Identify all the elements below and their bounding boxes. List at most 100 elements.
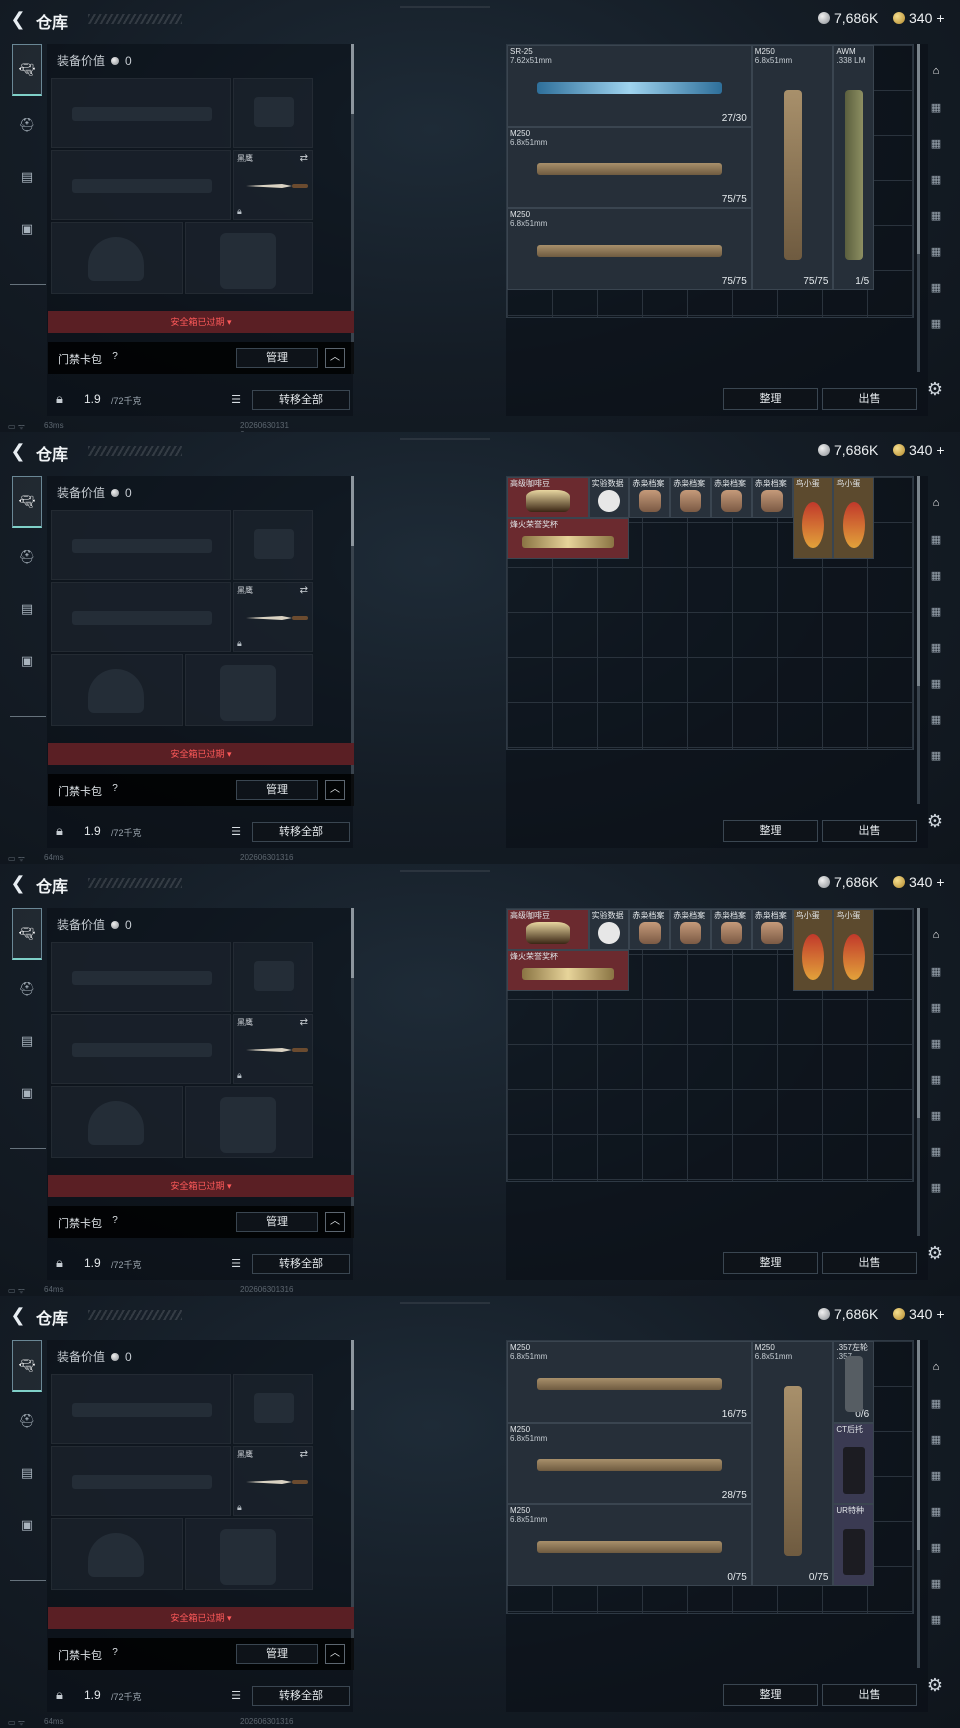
manage-button[interactable]: 管理 bbox=[236, 1644, 318, 1664]
primary-weapon-slot[interactable] bbox=[51, 942, 231, 1012]
item-red-owl-file[interactable]: 赤枭档案 bbox=[751, 909, 793, 950]
sort-button[interactable]: 整理 bbox=[723, 820, 818, 842]
gold-currency[interactable]: 340 + bbox=[893, 874, 945, 890]
list-icon[interactable]: ☰ bbox=[227, 822, 245, 842]
helmet-slot[interactable] bbox=[51, 1086, 183, 1158]
weapon-item-m250[interactable]: M250 6.8x51mm 75/75 bbox=[507, 208, 752, 290]
nav-vest[interactable]: ▤ bbox=[12, 162, 42, 192]
help-icon[interactable]: ? bbox=[108, 1646, 122, 1660]
scroll-thumb[interactable] bbox=[917, 908, 920, 1118]
sort-button[interactable]: 整理 bbox=[723, 1252, 818, 1274]
item-red-owl-file[interactable]: 赤枭档案 bbox=[670, 909, 711, 950]
primary-weapon-slot[interactable] bbox=[51, 510, 231, 580]
helmet-slot[interactable] bbox=[51, 1518, 183, 1590]
attachment-item-ct-stock[interactable]: CT后托 bbox=[833, 1422, 875, 1505]
tab-4[interactable]: ▦ bbox=[922, 632, 950, 662]
secondary-weapon-slot[interactable] bbox=[51, 1014, 231, 1084]
secondary-weapon-slot[interactable] bbox=[51, 1446, 231, 1516]
tab-2[interactable]: ▦ bbox=[922, 1424, 950, 1454]
settings-gear-icon[interactable]: ⚙ bbox=[924, 1242, 946, 1264]
item-red-owl-file[interactable]: 赤枭档案 bbox=[629, 909, 671, 950]
gold-currency[interactable]: 340 + bbox=[893, 10, 945, 26]
tab-6[interactable]: ▦ bbox=[922, 1568, 950, 1598]
item-experiment-data[interactable]: 实验数据 bbox=[588, 477, 630, 518]
back-button[interactable]: ❮ bbox=[8, 9, 28, 29]
help-icon[interactable]: ? bbox=[108, 1214, 122, 1228]
tab-4[interactable]: ▦ bbox=[922, 1496, 950, 1526]
scroll-thumb[interactable] bbox=[351, 1340, 354, 1410]
transfer-all-button[interactable]: 转移全部 bbox=[252, 822, 350, 842]
nav-armor[interactable]: ⛑︎ bbox=[12, 110, 42, 140]
weapon-item-m250[interactable]: M250 6.8x51mm 75/75 bbox=[507, 126, 752, 209]
tab-5[interactable]: ▦ bbox=[922, 668, 950, 698]
tab-all[interactable]: ⌂ bbox=[922, 920, 950, 950]
list-icon[interactable]: ☰ bbox=[227, 390, 245, 410]
weapon-item-m250[interactable]: M250 6.8x51mm 0/75 bbox=[751, 1341, 834, 1586]
chevron-up-icon[interactable]: ︿ bbox=[325, 348, 345, 368]
item-bird-egg[interactable]: 鸟小蛋 bbox=[792, 909, 834, 991]
transfer-all-button[interactable]: 转移全部 bbox=[252, 1254, 350, 1274]
pistol-slot[interactable] bbox=[233, 942, 313, 1012]
manage-button[interactable]: 管理 bbox=[236, 780, 318, 800]
weapon-item-m250[interactable]: M250 6.8x51mm 16/75 bbox=[507, 1341, 752, 1423]
gold-plus[interactable]: + bbox=[936, 442, 944, 458]
item-bird-egg[interactable]: 鸟小蛋 bbox=[833, 477, 875, 559]
chevron-up-icon[interactable]: ︿ bbox=[325, 1644, 345, 1664]
tab-2[interactable]: ▦ bbox=[922, 992, 950, 1022]
melee-slot[interactable]: 黑鹰 ⇄ 🔒︎ bbox=[233, 582, 313, 652]
armor-slot[interactable] bbox=[185, 1086, 313, 1158]
sell-button[interactable]: 出售 bbox=[822, 388, 917, 410]
helmet-slot[interactable] bbox=[51, 222, 183, 294]
stash-scrollbar[interactable] bbox=[917, 44, 920, 372]
tab-6[interactable]: ▦ bbox=[922, 704, 950, 734]
scroll-thumb[interactable] bbox=[917, 1340, 920, 1550]
melee-slot[interactable]: 黑鹰 ⇄ 🔒︎ bbox=[233, 1446, 313, 1516]
item-red-owl-file[interactable]: 赤枭档案 bbox=[751, 477, 793, 518]
tab-4[interactable]: ▦ bbox=[922, 1064, 950, 1094]
nav-vest[interactable]: ▤ bbox=[12, 1458, 42, 1488]
list-icon[interactable]: ☰ bbox=[227, 1686, 245, 1706]
pistol-slot[interactable] bbox=[233, 510, 313, 580]
tab-3[interactable]: ▦ bbox=[922, 596, 950, 626]
weapon-item-m250[interactable]: M250 6.8x51mm 28/75 bbox=[507, 1422, 752, 1505]
item-red-owl-file[interactable]: 赤枭档案 bbox=[629, 477, 671, 518]
swap-icon[interactable]: ⇄ bbox=[300, 153, 308, 164]
settings-gear-icon[interactable]: ⚙ bbox=[924, 1674, 946, 1696]
item-red-owl-file[interactable]: 赤枭档案 bbox=[711, 909, 752, 950]
stash-grid[interactable]: M250 6.8x51mm 16/75 M250 6.8x51mm 28/75 M250 6.… bbox=[506, 1340, 914, 1614]
tab-7[interactable]: ▦ bbox=[922, 308, 950, 338]
tab-6[interactable]: ▦ bbox=[922, 1136, 950, 1166]
item-coffee-beans[interactable]: 高级咖啡豆 bbox=[507, 477, 589, 518]
nav-armor[interactable]: ⛑︎ bbox=[12, 1406, 42, 1436]
tab-3[interactable]: ▦ bbox=[922, 1460, 950, 1490]
scroll-thumb[interactable] bbox=[351, 476, 354, 546]
tab-2[interactable]: ▦ bbox=[922, 560, 950, 590]
armor-slot[interactable] bbox=[185, 1518, 313, 1590]
stash-scrollbar[interactable] bbox=[917, 1340, 920, 1668]
primary-weapon-slot[interactable] bbox=[51, 78, 231, 148]
helmet-slot[interactable] bbox=[51, 654, 183, 726]
manage-button[interactable]: 管理 bbox=[236, 348, 318, 368]
scroll-thumb[interactable] bbox=[351, 44, 354, 114]
stash-grid[interactable]: 高级咖啡豆 实验数据 赤枭档案 赤枭档案 赤枭档案 赤枭档案 鸟小蛋 鸟小蛋 烽火荣誉奖杯 bbox=[506, 476, 914, 750]
safebox-expired-banner[interactable]: 安全箱已过期 ▾ bbox=[48, 1175, 354, 1197]
weapon-item-sr25[interactable]: SR-25 7.62x51mm 27/30 bbox=[507, 45, 752, 127]
item-bird-egg[interactable]: 鸟小蛋 bbox=[833, 909, 875, 991]
item-experiment-data[interactable]: 实验数据 bbox=[588, 909, 630, 950]
back-button[interactable]: ❮ bbox=[8, 873, 28, 893]
settings-gear-icon[interactable]: ⚙ bbox=[924, 378, 946, 400]
tab-7[interactable]: ▦ bbox=[922, 740, 950, 770]
back-button[interactable]: ❮ bbox=[8, 1305, 28, 1325]
tab-6[interactable]: ▦ bbox=[922, 272, 950, 302]
item-honor-trophy[interactable]: 烽火荣誉奖杯 bbox=[507, 949, 630, 991]
gold-currency[interactable]: 340 + bbox=[893, 442, 945, 458]
nav-backpack[interactable]: ▣ bbox=[12, 214, 42, 244]
secondary-weapon-slot[interactable] bbox=[51, 582, 231, 652]
sort-button[interactable]: 整理 bbox=[723, 388, 818, 410]
sort-button[interactable]: 整理 bbox=[723, 1684, 818, 1706]
weapon-item-m250[interactable]: M250 6.8x51mm 75/75 bbox=[751, 45, 834, 290]
pistol-slot[interactable] bbox=[233, 1374, 313, 1444]
stash-grid[interactable]: 高级咖啡豆 实验数据 赤枭档案 赤枭档案 赤枭档案 赤枭档案 鸟小蛋 鸟小蛋 烽火荣誉奖杯 bbox=[506, 908, 914, 1182]
tab-all[interactable]: ⌂ bbox=[922, 488, 950, 518]
list-icon[interactable]: ☰ bbox=[227, 1254, 245, 1274]
